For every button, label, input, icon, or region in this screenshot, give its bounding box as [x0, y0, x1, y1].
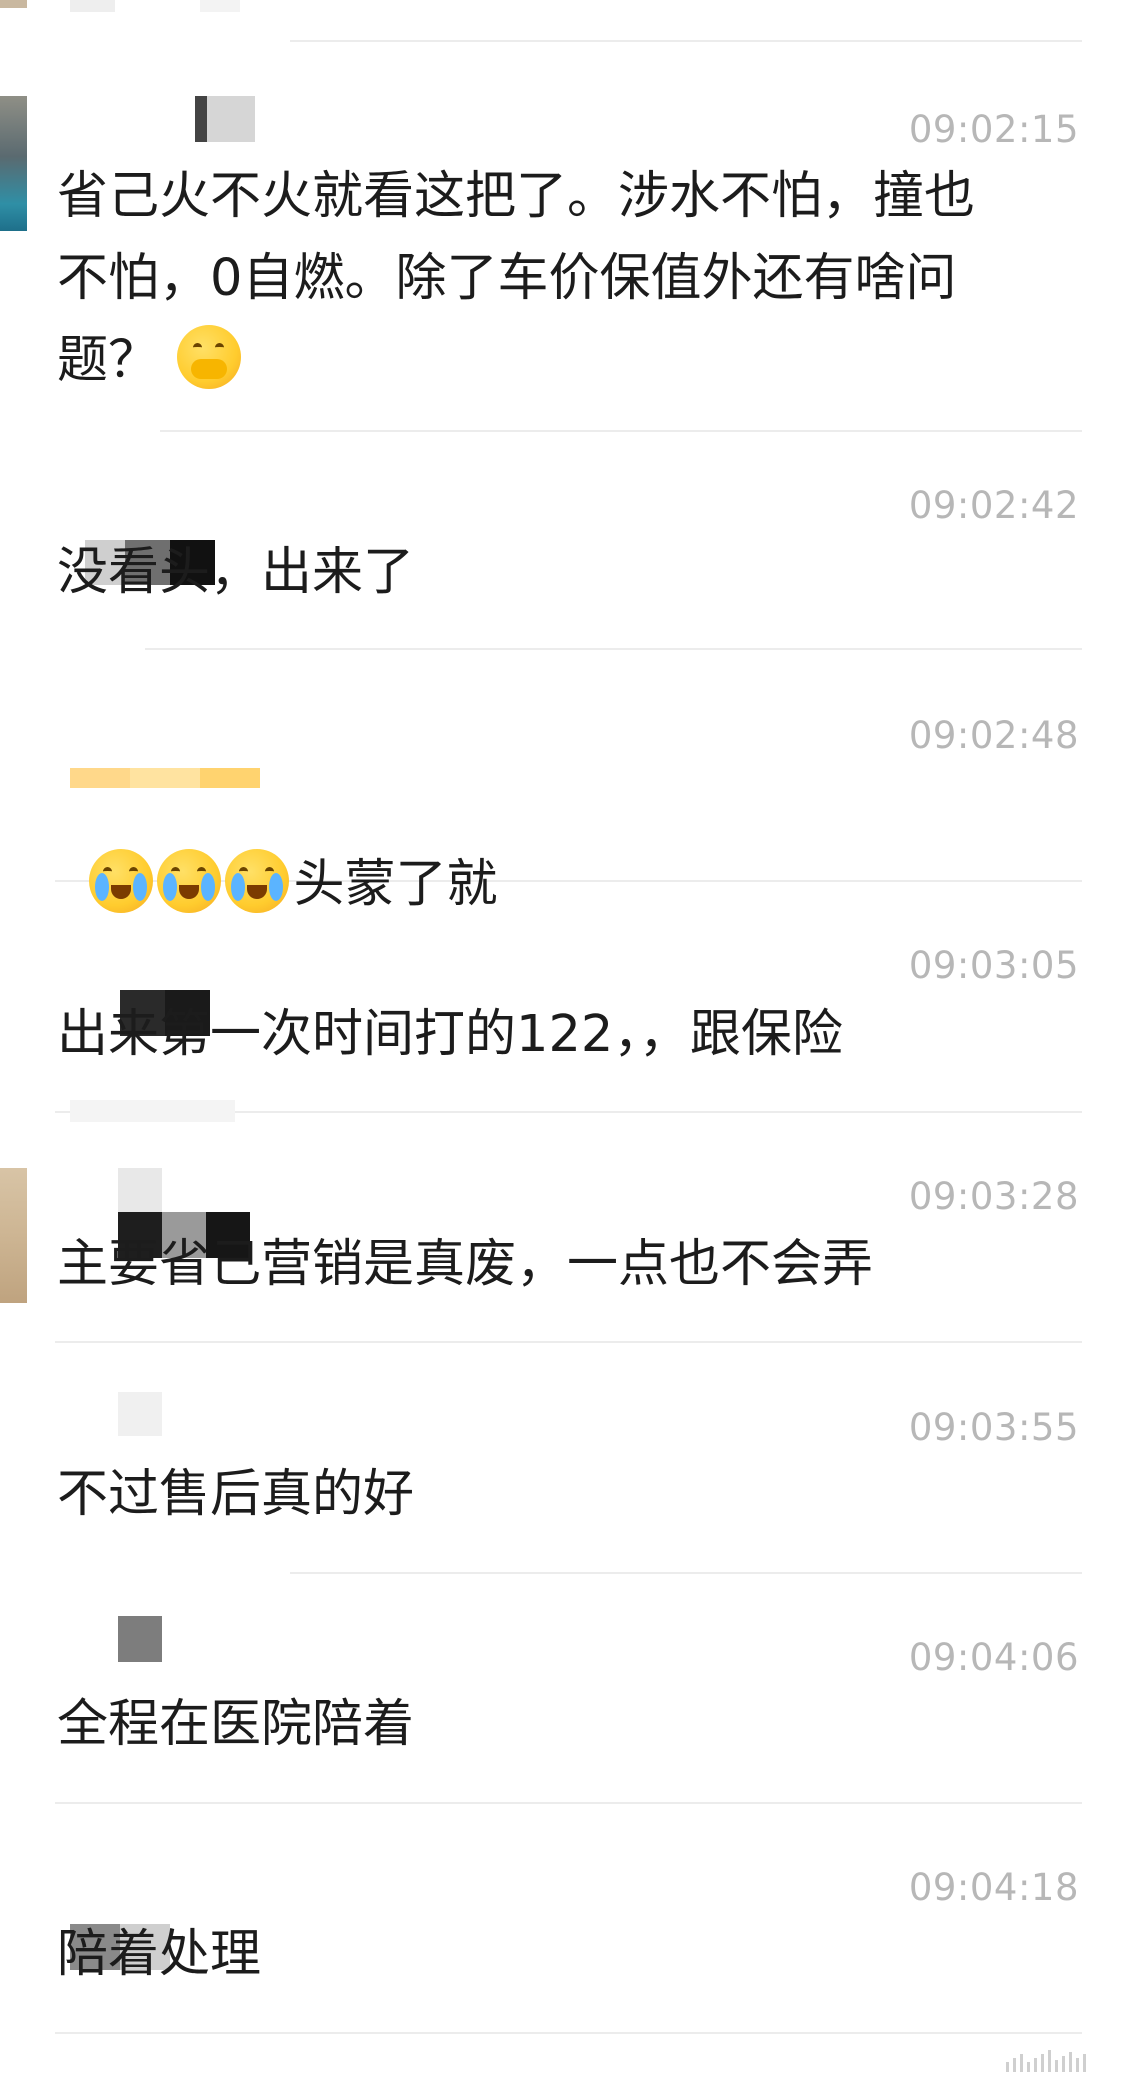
message-text: 省己火不火就看这把了。涉水不怕，撞也 不怕，0自燃。除了车价保值外还有啥问 题？	[57, 156, 1037, 402]
divider	[290, 40, 1082, 42]
crying-face-emoji-icon	[157, 849, 222, 913]
message-timestamp: 09:02:48	[908, 714, 1079, 757]
message-timestamp: 09:04:06	[908, 1636, 1079, 1679]
message-text: 主要省己营销是真废，一点也不会弄	[57, 1235, 874, 1294]
message-text: 出来第一次时间打的122，，跟保险	[57, 1005, 843, 1064]
divider	[55, 2032, 1082, 2034]
message-text: 陪着处理	[57, 1925, 262, 1984]
watermark-icon	[1006, 2050, 1090, 2072]
message-timestamp: 09:03:55	[908, 1406, 1079, 1449]
username-mosaic	[70, 1100, 235, 1122]
avatar[interactable]	[0, 96, 27, 231]
message-timestamp: 09:02:15	[908, 108, 1079, 151]
username-mosaic	[70, 0, 240, 12]
message-timestamp: 09:04:18	[908, 1866, 1079, 1909]
username-mosaic	[118, 1616, 162, 1662]
message-text: 全程在医院陪着	[57, 1695, 415, 1754]
divider	[160, 430, 1082, 432]
crying-face-emoji-icon	[225, 849, 290, 913]
message-timestamp: 09:02:42	[908, 484, 1079, 527]
avatar[interactable]	[0, 1168, 27, 1303]
avatar[interactable]	[0, 0, 27, 8]
message-timestamp: 09:03:28	[908, 1175, 1079, 1218]
thinking-face-emoji-icon	[177, 325, 242, 389]
divider	[55, 1341, 1082, 1343]
message-timestamp: 09:03:05	[908, 944, 1079, 987]
message-text: 不过售后真的好	[57, 1465, 415, 1524]
message-text-content: 头蒙了就	[293, 855, 498, 914]
divider	[145, 648, 1082, 650]
divider	[55, 1802, 1082, 1804]
crying-face-emoji-icon	[89, 849, 154, 913]
username-mosaic	[195, 96, 255, 142]
message-text: 头蒙了就	[57, 762, 1037, 926]
message-text: 没看头，出来了	[57, 543, 415, 602]
username-mosaic	[118, 1392, 162, 1436]
divider	[290, 1572, 1082, 1574]
